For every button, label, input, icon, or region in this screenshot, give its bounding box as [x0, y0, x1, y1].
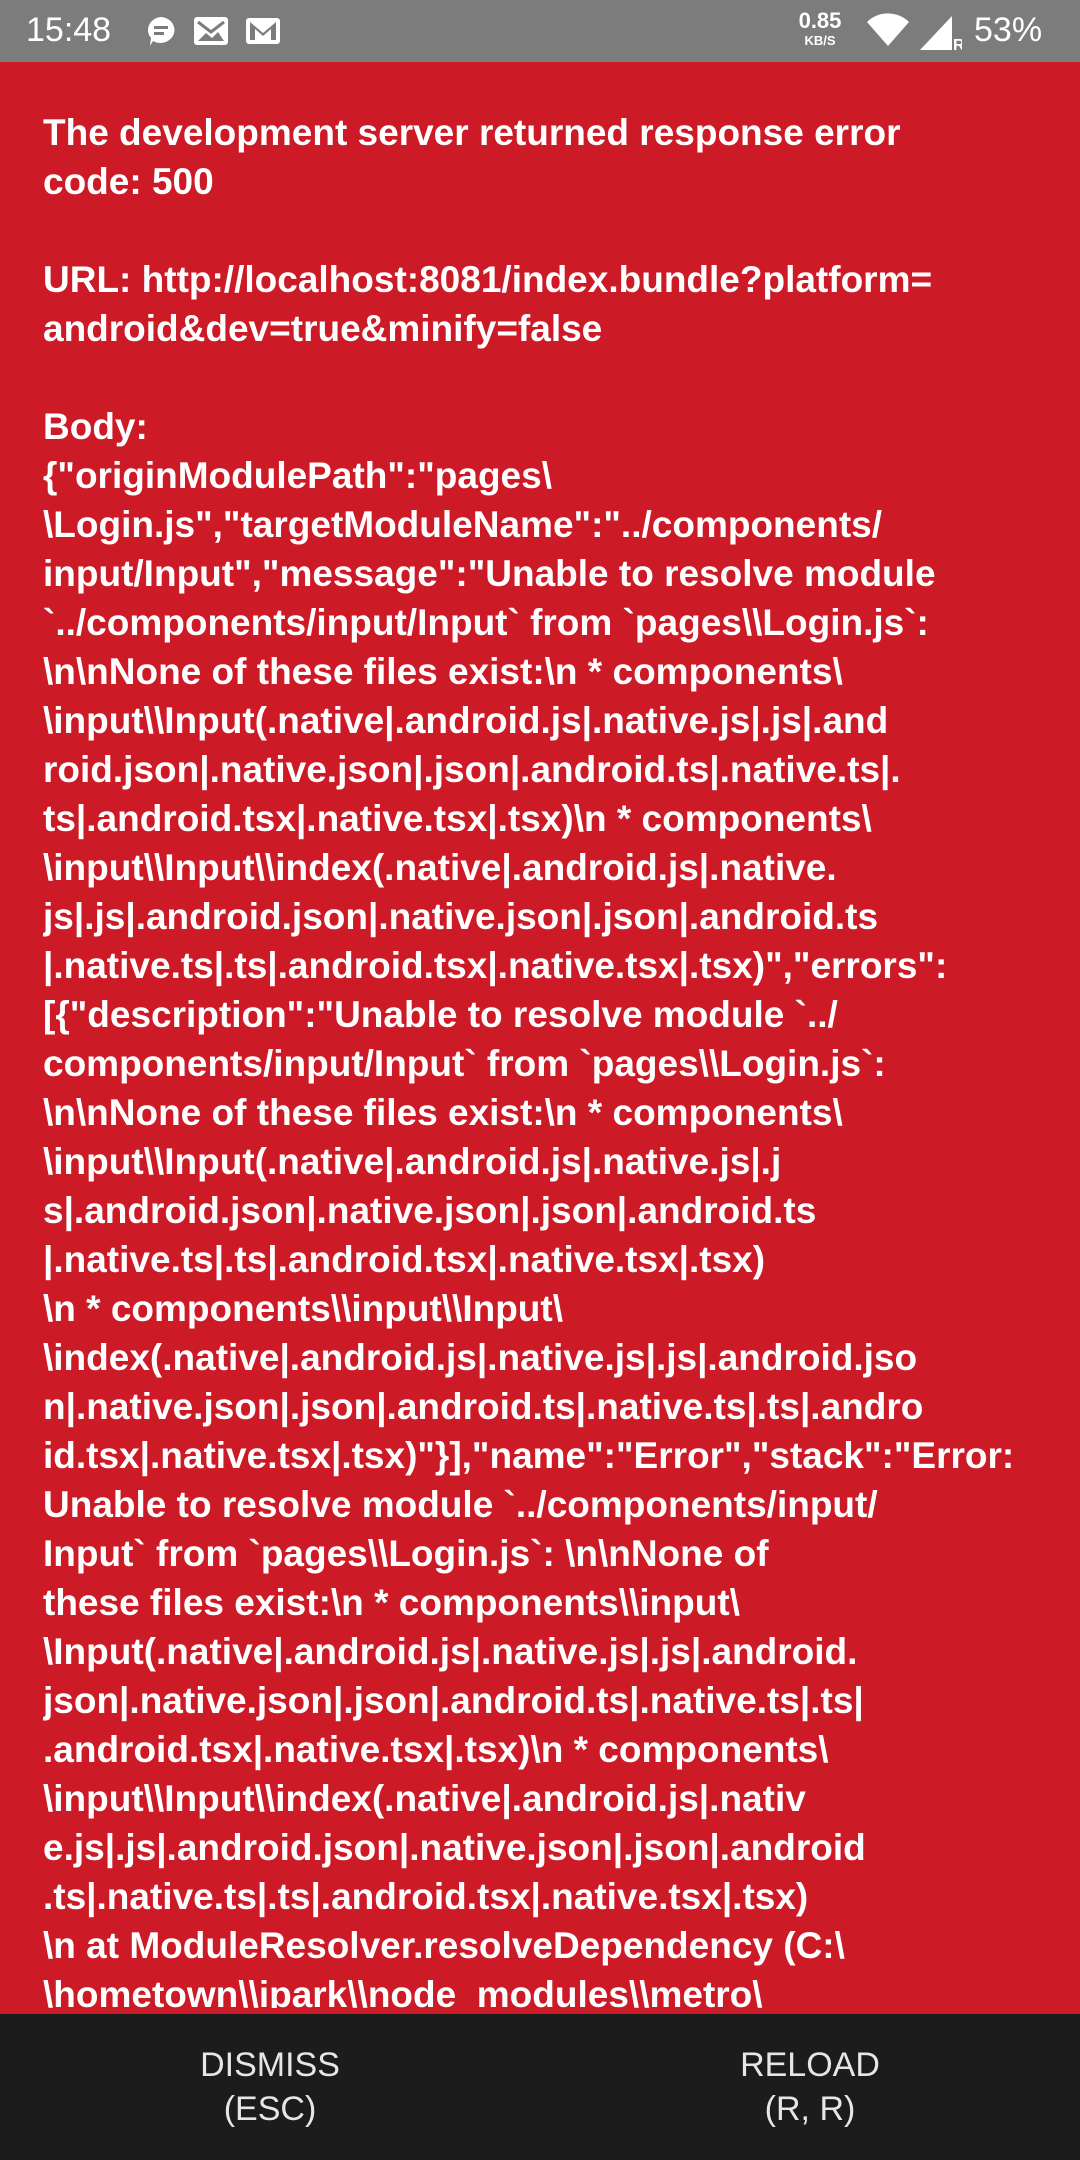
- error-heading-line: code: 500: [43, 161, 214, 202]
- error-body-line: id.tsx|.native.tsx|.tsx)"}],"name":"Erro…: [43, 1435, 1015, 1476]
- error-url: URL: http://localhost:8081/index.bundle?…: [43, 255, 1043, 353]
- error-body-line: js|.js|.android.json|.native.json|.json|…: [43, 896, 879, 937]
- error-body-line: n|.native.json|.json|.android.ts|.native…: [43, 1386, 924, 1427]
- error-body-line: \input\\Input\\index(.native|.android.js…: [43, 1778, 806, 1819]
- reload-shortcut: (R, R): [764, 2090, 856, 2128]
- error-body-line: e.js|.js|.android.json|.native.json|.jso…: [43, 1827, 866, 1868]
- error-body-line: roid.json|.native.json|.json|.android.ts…: [43, 749, 901, 790]
- error-heading-line: The development server returned response…: [43, 112, 901, 153]
- dismiss-button[interactable]: DISMISS (ESC): [0, 2014, 540, 2160]
- error-body-line: \input\\Input(.native|.android.js|.nativ…: [43, 1141, 782, 1182]
- dismiss-label: DISMISS: [200, 2046, 340, 2084]
- net-speed-unit: KB/S: [804, 33, 836, 48]
- error-body-line: s|.android.json|.native.json|.json|.andr…: [43, 1190, 817, 1231]
- error-body: Body: {"originModulePath":"pages\ \Login.j…: [43, 402, 1043, 2008]
- signal-icon: R: [918, 12, 965, 57]
- gmail-icon: [244, 16, 282, 46]
- error-body-line: Input` from `pages\\Login.js`: \n\nNone …: [43, 1533, 769, 1574]
- error-url-line: URL: http://localhost:8081/index.bundle?…: [43, 259, 933, 300]
- error-body-line: .ts|.native.ts|.ts|.android.tsx|.native.…: [43, 1876, 809, 1917]
- status-bar: 15:48 0.85 KB/S R 53%: [0, 0, 1080, 62]
- error-url-line: android&dev=true&minify=false: [43, 308, 603, 349]
- error-body-line: \hometown\\ipark\\node_modules\\metro\: [43, 1974, 763, 2008]
- notification-icons: [144, 12, 282, 50]
- network-speed: 0.85 KB/S: [780, 8, 860, 48]
- chat-bubble-icon: [144, 14, 178, 48]
- error-body-line: \Input(.native|.android.js|.native.js|.j…: [43, 1631, 858, 1672]
- error-body-line: components/input/Input` from `pages\\Log…: [43, 1043, 886, 1084]
- reload-button[interactable]: RELOAD (R, R): [540, 2014, 1080, 2160]
- signal-roaming-label: R: [953, 37, 962, 52]
- wifi-icon: [866, 12, 910, 53]
- error-body-line: |.native.ts|.ts|.android.tsx|.native.tsx…: [43, 1239, 766, 1280]
- error-body-line: Unable to resolve module `../components/…: [43, 1484, 878, 1525]
- error-body-line: |.native.ts|.ts|.android.tsx|.native.tsx…: [43, 945, 948, 986]
- error-body-line: \index(.native|.android.js|.native.js|.j…: [43, 1337, 918, 1378]
- dismiss-shortcut: (ESC): [223, 2090, 317, 2128]
- error-body-line: \input\\Input(.native|.android.js|.nativ…: [43, 700, 889, 741]
- error-body-line: \n * components\\input\\Input\: [43, 1288, 564, 1329]
- error-body-line: these files exist:\n * components\\input…: [43, 1582, 740, 1623]
- error-body-line: \input\\Input\\index(.native|.android.js…: [43, 847, 837, 888]
- battery-percentage: 53%: [974, 11, 1043, 49]
- redbox-action-bar: DISMISS (ESC) RELOAD (R, R): [0, 2014, 1080, 2160]
- error-body-line: \n at ModuleResolver.resolveDependency (…: [43, 1925, 845, 1966]
- net-speed-value: 0.85: [798, 8, 842, 33]
- error-body-line: `../components/input/Input` from `pages\…: [43, 602, 929, 643]
- error-body-line: Body:: [43, 406, 148, 447]
- error-body-line: input/Input","message":"Unable to resolv…: [43, 553, 936, 594]
- error-body-line: json|.native.json|.json|.android.ts|.nat…: [43, 1680, 864, 1721]
- status-time: 15:48: [26, 11, 112, 49]
- error-body-line: .android.tsx|.native.tsx|.tsx)\n * compo…: [43, 1729, 829, 1770]
- error-body-line: \Login.js","targetModuleName":"../compon…: [43, 504, 883, 545]
- error-message: The development server returned response…: [43, 108, 1043, 2008]
- error-body-line: {"originModulePath":"pages\: [43, 455, 552, 496]
- error-body-line: [{"description":"Unable to resolve modul…: [43, 994, 838, 1035]
- reload-label: RELOAD: [740, 2046, 880, 2084]
- error-body-line: ts|.android.tsx|.native.tsx|.tsx)\n * co…: [43, 798, 872, 839]
- gallery-mail-icon: [192, 15, 230, 47]
- error-body-line: \n\nNone of these files exist:\n * compo…: [43, 651, 843, 692]
- error-body-line: \n\nNone of these files exist:\n * compo…: [43, 1092, 843, 1133]
- error-heading: The development server returned response…: [43, 108, 1043, 206]
